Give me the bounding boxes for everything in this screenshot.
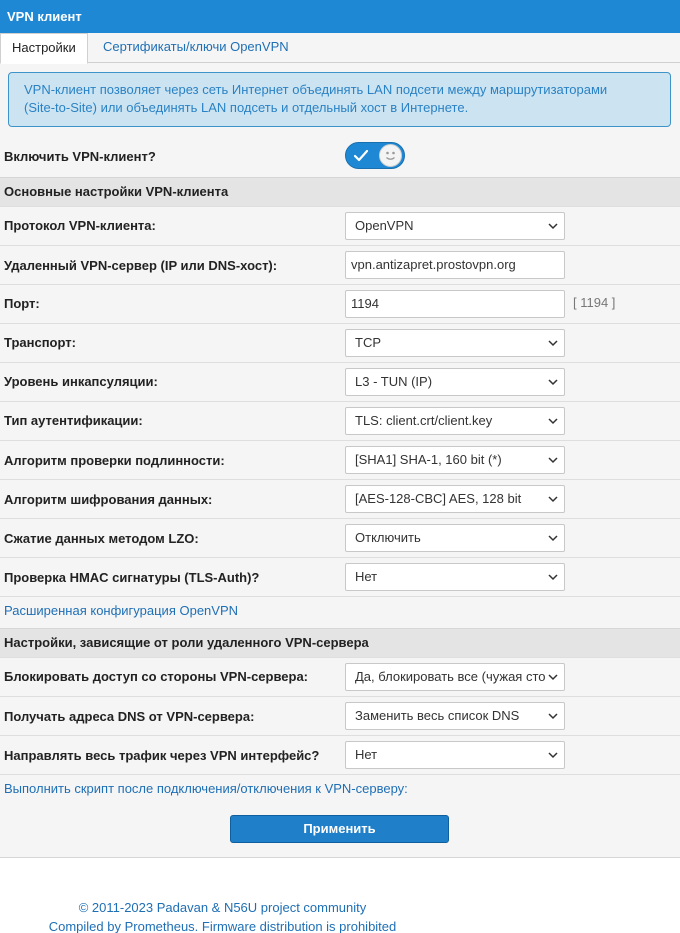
hmac-row: Проверка HMAC сигнатуры (TLS-Auth)? [0, 557, 680, 596]
enable-toggle[interactable] [345, 142, 405, 169]
block-select[interactable]: Да, блокировать все (чужая сто [345, 663, 565, 691]
enable-row: Включить VPN-клиент? [0, 137, 680, 177]
lzo-select[interactable]: Отключить [345, 524, 565, 552]
digest-row: Алгоритм проверки подлинности: [0, 440, 680, 479]
encap-row: Уровень инкапсуляции: [0, 362, 680, 401]
server-label: Удаленный VPN-сервер (IP или DNS-хост): [4, 258, 278, 273]
tab-bar: Настройки Сертификаты/ключи OpenVPN [0, 33, 680, 64]
chevron-down-icon [548, 457, 558, 464]
protocol-value: OpenVPN [355, 218, 414, 233]
redirect-value: Нет [355, 747, 378, 762]
info-box: VPN-клиент позволяет через сеть Интернет… [8, 72, 671, 127]
hmac-value: Нет [355, 569, 378, 584]
chevron-down-icon [548, 574, 558, 581]
cipher-row: Алгоритм шифрования данных: [0, 479, 680, 518]
protocol-row: Протокол VPN-клиента: [0, 206, 680, 245]
encap-select[interactable]: L3 - TUN (IP) [345, 368, 565, 396]
lzo-label: Сжатие данных методом LZO: [4, 531, 199, 546]
chevron-down-icon [548, 752, 558, 759]
block-label: Блокировать доступ со стороны VPN-сервер… [4, 669, 309, 684]
server-input[interactable]: vpn.antizapret.prostovpn.org [345, 251, 565, 279]
chevron-down-icon [548, 674, 558, 681]
chevron-down-icon [548, 223, 558, 230]
block-row: Блокировать доступ со стороны VPN-сервер… [0, 657, 680, 696]
advanced-row: Расширенная конфигурация OpenVPN [0, 596, 680, 628]
section-basic: Основные настройки VPN-клиента [0, 177, 680, 206]
dns-row: Получать адреса DNS от VPN-сервера: [0, 696, 680, 735]
transport-select[interactable]: TCP [345, 329, 565, 357]
smiley-icon [386, 151, 395, 160]
transport-value: TCP [355, 335, 381, 350]
window-title: VPN клиент [0, 0, 680, 33]
dns-value: Заменить весь список DNS [355, 708, 520, 723]
apply-button[interactable]: Применить [230, 815, 449, 843]
port-default-hint: [ 1194 ] [573, 295, 616, 310]
toggle-knob [379, 144, 402, 167]
script-link[interactable]: Выполнить скрипт после подключения/отклю… [4, 781, 408, 796]
auth-label: Тип аутентификации: [4, 413, 143, 428]
tab-settings[interactable]: Настройки [0, 33, 88, 64]
encap-label: Уровень инкапсуляции: [4, 374, 158, 389]
dns-select[interactable]: Заменить весь список DNS [345, 702, 565, 730]
hmac-select[interactable]: Нет [345, 563, 565, 591]
footer-copyright: © 2011-2023 Padavan & N56U project commu… [78, 900, 367, 915]
server-row: Удаленный VPN-сервер (IP или DNS-хост): [0, 245, 680, 284]
script-row: Выполнить скрипт после подключения/отклю… [0, 774, 680, 804]
enable-label: Включить VPN-клиент? [4, 149, 156, 164]
block-value: Да, блокировать все (чужая сто [355, 669, 546, 684]
chevron-down-icon [548, 713, 558, 720]
cipher-value: [AES-128-CBC] AES, 128 bit [355, 491, 522, 506]
tab-certificates[interactable]: Сертификаты/ключи OpenVPN [103, 33, 289, 63]
auth-select[interactable]: TLS: client.crt/client.key [345, 407, 565, 435]
chevron-down-icon [548, 379, 558, 386]
auth-value: TLS: client.crt/client.key [355, 413, 493, 428]
transport-label: Транспорт: [4, 335, 76, 350]
cipher-select[interactable]: [AES-128-CBC] AES, 128 bit [345, 485, 565, 513]
transport-row: Транспорт: [0, 323, 680, 362]
info-line-2: (Site-to-Site) или объединять LAN подсет… [24, 100, 469, 115]
digest-value: [SHA1] SHA-1, 160 bit (*) [355, 452, 502, 467]
digest-label: Алгоритм проверки подлинности: [4, 453, 225, 468]
lzo-value: Отключить [355, 530, 421, 545]
hmac-label: Проверка HMAC сигнатуры (TLS-Auth)? [4, 570, 260, 585]
chevron-down-icon [548, 418, 558, 425]
footer: © 2011-2023 Padavan & N56U project commu… [0, 898, 445, 933]
chevron-down-icon [548, 340, 558, 347]
info-line-1: VPN-клиент позволяет через сеть Интернет… [24, 82, 608, 97]
auth-row: Тип аутентификации: [0, 401, 680, 440]
advanced-config-link[interactable]: Расширенная конфигурация OpenVPN [4, 603, 238, 618]
port-input[interactable]: 1194 [345, 290, 565, 318]
settings-panel: VPN клиент Настройки Сертификаты/ключи O… [0, 0, 680, 858]
chevron-down-icon [548, 535, 558, 542]
redirect-label: Направлять весь трафик через VPN интерфе… [4, 748, 320, 763]
dns-label: Получать адреса DNS от VPN-сервера: [4, 709, 255, 724]
redirect-row: Направлять весь трафик через VPN интерфе… [0, 735, 680, 774]
redirect-select[interactable]: Нет [345, 741, 565, 769]
chevron-down-icon [548, 496, 558, 503]
section-role: Настройки, зависящие от роли удаленного … [0, 628, 680, 657]
encap-value: L3 - TUN (IP) [355, 374, 433, 389]
footer-compiled: Compiled by Prometheus. Firmware distrib… [48, 919, 397, 933]
port-label: Порт: [4, 296, 40, 311]
cipher-label: Алгоритм шифрования данных: [4, 492, 213, 507]
protocol-select[interactable]: OpenVPN [345, 212, 565, 240]
protocol-label: Протокол VPN-клиента: [4, 218, 156, 233]
digest-select[interactable]: [SHA1] SHA-1, 160 bit (*) [345, 446, 565, 474]
lzo-row: Сжатие данных методом LZO: [0, 518, 680, 557]
check-icon [353, 149, 369, 162]
